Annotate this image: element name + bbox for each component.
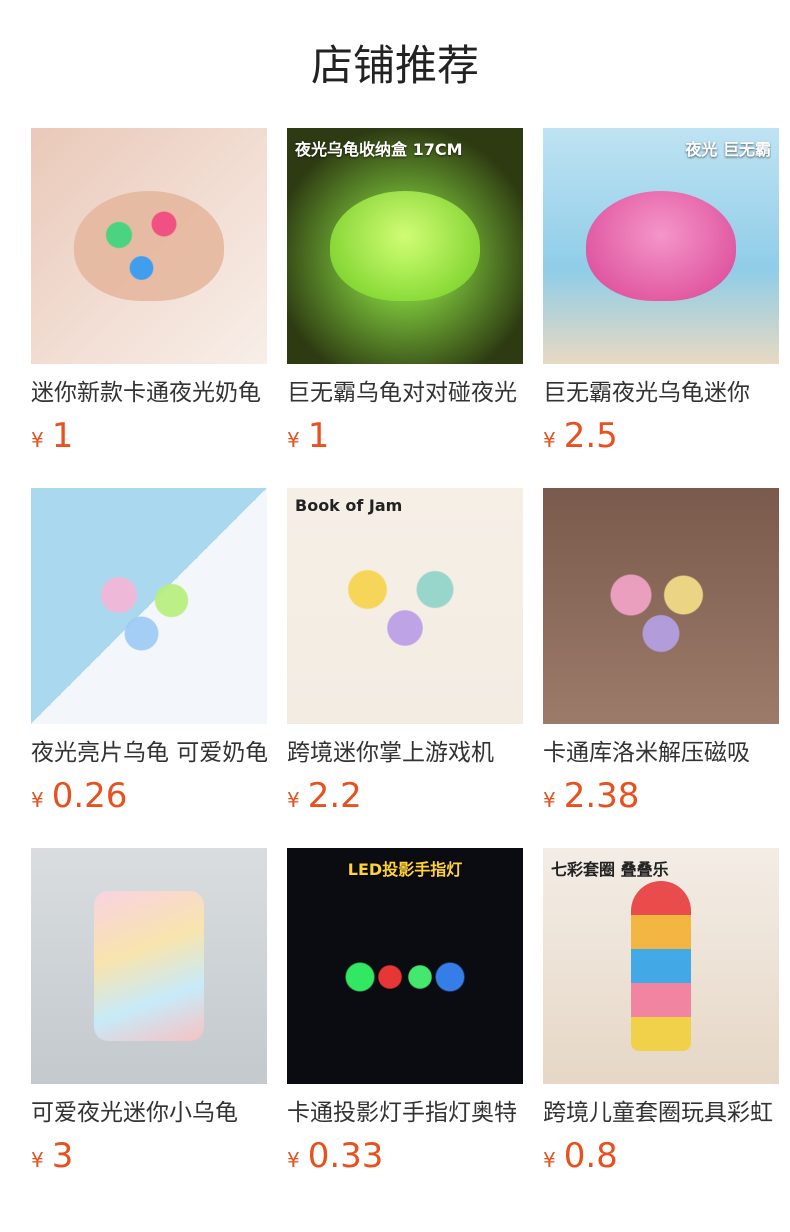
currency-symbol: ¥ bbox=[543, 428, 556, 452]
currency-symbol: ¥ bbox=[287, 788, 300, 812]
product-image[interactable]: 七彩套圈 叠叠乐 bbox=[543, 848, 779, 1084]
price-amount: 2.5 bbox=[563, 416, 618, 456]
currency-symbol: ¥ bbox=[31, 788, 44, 812]
image-badge-text: Book of Jam bbox=[295, 496, 403, 515]
image-badge-text: LED投影手指灯 bbox=[347, 860, 463, 879]
price-amount: 2.38 bbox=[563, 776, 640, 816]
product-card[interactable]: 七彩套圈 叠叠乐 跨境儿童套圈玩具彩虹 ¥0.8 bbox=[543, 848, 779, 1178]
product-card[interactable]: 夜光亮片乌龟 可爱奶龟 ¥0.26 bbox=[31, 488, 267, 818]
product-price: ¥0.8 bbox=[543, 1134, 779, 1178]
product-price: ¥1 bbox=[31, 414, 267, 458]
product-card[interactable]: 卡通库洛米解压磁吸 ¥2.38 bbox=[543, 488, 779, 818]
product-title[interactable]: 跨境儿童套圈玩具彩虹 bbox=[543, 1096, 779, 1130]
product-image[interactable] bbox=[31, 488, 267, 724]
currency-symbol: ¥ bbox=[543, 788, 556, 812]
product-price: ¥3 bbox=[31, 1134, 267, 1178]
product-image[interactable]: 夜光 巨无霸 bbox=[543, 128, 779, 364]
price-amount: 0.8 bbox=[563, 1136, 618, 1176]
product-image[interactable] bbox=[543, 488, 779, 724]
price-amount: 1 bbox=[51, 416, 74, 456]
product-title[interactable]: 可爱夜光迷你小乌龟 bbox=[31, 1096, 267, 1130]
product-title[interactable]: 巨无霸乌龟对对碰夜光 bbox=[287, 376, 523, 410]
product-image[interactable]: 夜光乌龟收纳盒 17CM bbox=[287, 128, 523, 364]
product-image[interactable] bbox=[31, 848, 267, 1084]
product-title[interactable]: 巨无霸夜光乌龟迷你 bbox=[543, 376, 779, 410]
image-badge-text: 七彩套圈 叠叠乐 bbox=[551, 860, 669, 879]
product-title[interactable]: 迷你新款卡通夜光奶龟 bbox=[31, 376, 267, 410]
product-image[interactable]: Book of Jam bbox=[287, 488, 523, 724]
price-amount: 1 bbox=[307, 416, 330, 456]
currency-symbol: ¥ bbox=[287, 428, 300, 452]
page-title: 店铺推荐 bbox=[310, 41, 479, 90]
product-price: ¥2.5 bbox=[543, 414, 779, 458]
product-image[interactable] bbox=[31, 128, 267, 364]
product-card[interactable]: 夜光乌龟收纳盒 17CM 巨无霸乌龟对对碰夜光 ¥1 bbox=[287, 128, 523, 458]
product-title[interactable]: 卡通投影灯手指灯奥特 bbox=[287, 1096, 523, 1130]
currency-symbol: ¥ bbox=[31, 1148, 44, 1172]
product-card[interactable]: 迷你新款卡通夜光奶龟 ¥1 bbox=[31, 128, 267, 458]
product-title[interactable]: 跨境迷你掌上游戏机 bbox=[287, 736, 523, 770]
product-card[interactable]: LED投影手指灯 卡通投影灯手指灯奥特 ¥0.33 bbox=[287, 848, 523, 1178]
currency-symbol: ¥ bbox=[543, 1148, 556, 1172]
product-price: ¥1 bbox=[287, 414, 523, 458]
product-title[interactable]: 卡通库洛米解压磁吸 bbox=[543, 736, 779, 770]
image-badge-text: 夜光乌龟收纳盒 17CM bbox=[295, 140, 463, 159]
product-title[interactable]: 夜光亮片乌龟 可爱奶龟 bbox=[31, 736, 267, 770]
price-amount: 0.33 bbox=[307, 1136, 384, 1176]
currency-symbol: ¥ bbox=[287, 1148, 300, 1172]
product-price: ¥2.2 bbox=[287, 774, 523, 818]
product-price: ¥0.33 bbox=[287, 1134, 523, 1178]
product-card[interactable]: 夜光 巨无霸 巨无霸夜光乌龟迷你 ¥2.5 bbox=[543, 128, 779, 458]
price-amount: 0.26 bbox=[51, 776, 128, 816]
product-grid: 迷你新款卡通夜光奶龟 ¥1 夜光乌龟收纳盒 17CM 巨无霸乌龟对对碰夜光 ¥1… bbox=[0, 128, 790, 1178]
header: 店铺推荐 bbox=[0, 0, 790, 128]
product-image[interactable]: LED投影手指灯 bbox=[287, 848, 523, 1084]
currency-symbol: ¥ bbox=[31, 428, 44, 452]
product-card[interactable]: 可爱夜光迷你小乌龟 ¥3 bbox=[31, 848, 267, 1178]
image-badge-text: 夜光 巨无霸 bbox=[685, 140, 771, 159]
price-amount: 3 bbox=[51, 1136, 74, 1176]
product-price: ¥2.38 bbox=[543, 774, 779, 818]
product-card[interactable]: Book of Jam 跨境迷你掌上游戏机 ¥2.2 bbox=[287, 488, 523, 818]
price-amount: 2.2 bbox=[307, 776, 362, 816]
product-price: ¥0.26 bbox=[31, 774, 267, 818]
